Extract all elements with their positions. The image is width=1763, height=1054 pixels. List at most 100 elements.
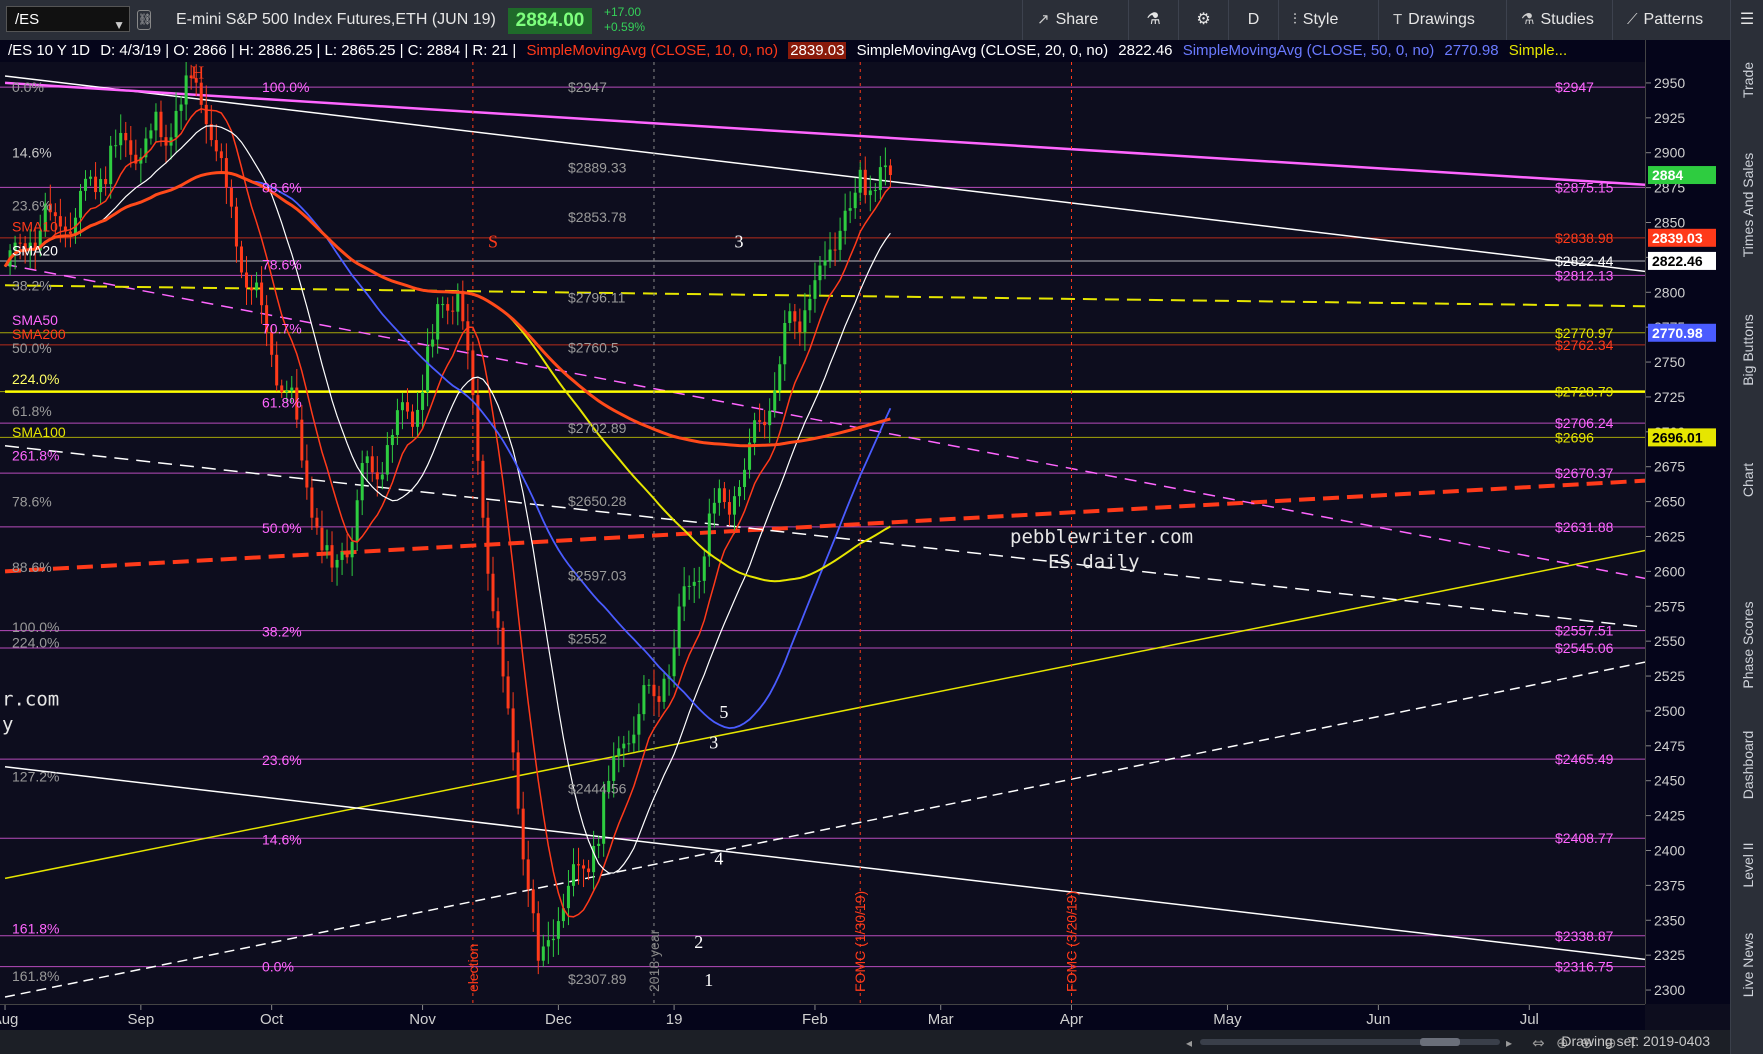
more-studies[interactable]: Simple... <box>1509 42 1567 59</box>
candle-body <box>883 165 887 168</box>
tab-chart[interactable]: Chart <box>1731 440 1763 520</box>
price-tick-label: 2900 <box>1654 145 1685 161</box>
candle-body <box>461 290 465 322</box>
drawings-button[interactable]: T Drawings <box>1378 0 1506 40</box>
fib-label: 38.2% <box>262 623 302 639</box>
candle-body <box>355 500 359 542</box>
fib-label: 100.0% <box>12 619 59 635</box>
tab-level-ii[interactable]: Level II <box>1731 815 1763 915</box>
candle-body <box>783 322 787 365</box>
sma-label: SMA10 <box>12 219 58 235</box>
candle-body <box>300 419 304 461</box>
tab-live-news[interactable]: Live News <box>1731 910 1763 1020</box>
price-chart[interactable]: election 2018 year FOMC (1/30/19) FOMC (3/2… <box>0 62 1645 1004</box>
candle-body <box>385 445 389 475</box>
date-tick-label: Sep <box>128 1011 155 1028</box>
tab-big-buttons[interactable]: Big Buttons <box>1731 290 1763 410</box>
candle-body <box>763 421 767 426</box>
settings-button[interactable]: ⚙ <box>1178 0 1228 40</box>
price-marker-label: 2822.46 <box>1652 253 1703 269</box>
link-icon[interactable]: ⛓ <box>137 10 152 30</box>
style-button[interactable]: ⫶ Style <box>1278 0 1378 40</box>
candle-body <box>119 132 123 146</box>
candle-body <box>129 140 133 155</box>
price-tick-label: 2300 <box>1654 982 1685 998</box>
price-tick-label: 2425 <box>1654 808 1685 824</box>
studies-button[interactable]: ⚗ Studies <box>1506 0 1612 40</box>
level-label: $2853.78 <box>568 209 627 225</box>
price-tick-label: 2550 <box>1654 633 1685 649</box>
level-label: $2760.5 <box>568 339 619 355</box>
patterns-button[interactable]: ⟋ Patterns <box>1612 0 1730 40</box>
candle-body <box>662 678 666 702</box>
candle-body <box>587 868 591 873</box>
chevron-down-icon[interactable]: ▼ <box>113 12 125 38</box>
candle-body <box>204 104 208 125</box>
candle-body <box>768 410 772 426</box>
candle-body <box>340 552 344 560</box>
candle-body <box>848 208 852 211</box>
candle-body <box>873 190 877 192</box>
bottom-toolbar: ◂ ▸ ⇔ ⊕ ⊕ ⊖ T Drawing set: 2019-0403 <box>0 1030 1730 1054</box>
candle-body <box>632 734 636 744</box>
fib-label: 224.0% <box>12 371 59 387</box>
scrollbar-thumb <box>1420 1038 1460 1046</box>
candle-body <box>255 282 259 291</box>
level-label: $2338.87 <box>1555 928 1614 944</box>
candle-body <box>159 111 163 138</box>
candle-body <box>370 456 374 473</box>
candle-body <box>416 409 420 427</box>
candle-body <box>652 684 656 697</box>
date-axis[interactable]: Aug Sep Oct Nov Dec 19 Feb Mar Apr May Jun Jul <box>0 1004 1645 1031</box>
tab-dashboard[interactable]: Dashboard <box>1731 715 1763 815</box>
level-label: $2307.89 <box>568 971 627 987</box>
tab-phase-scores[interactable]: Phase Scores <box>1731 580 1763 710</box>
sma50-label[interactable]: SimpleMovingAvg (CLOSE, 50, 0, no) <box>1183 42 1435 59</box>
drawing-set-label[interactable]: Drawing set: 2019-0403 <box>1561 1033 1710 1049</box>
candle-body <box>275 354 279 386</box>
tab-times-and-sales[interactable]: Times And Sales <box>1731 120 1763 290</box>
flask-icon: ⚗ <box>1521 11 1535 28</box>
candle-body <box>335 559 339 568</box>
fib-label: 127.2% <box>12 769 59 785</box>
date-tick-label: Mar <box>928 1011 954 1028</box>
share-button[interactable]: ↗ Share <box>1022 0 1128 40</box>
symbol-input[interactable]: /ES ▼ <box>6 6 130 32</box>
sma20-value: 2822.46 <box>1118 42 1173 59</box>
ohlc-readout: D: 4/3/19 | O: 2866 | H: 2886.25 | L: 28… <box>100 42 517 59</box>
candle-body <box>531 889 535 914</box>
fib-label: 50.0% <box>262 520 302 536</box>
sma10-label[interactable]: SimpleMovingAvg (CLOSE, 10, 0, no) <box>527 42 779 59</box>
candle-body <box>330 545 334 568</box>
candle-body <box>58 216 62 227</box>
level-label: $2408.77 <box>1555 830 1614 846</box>
candle-body <box>803 310 807 333</box>
sma20-label[interactable]: SimpleMovingAvg (CLOSE, 20, 0, no) <box>857 42 1109 59</box>
candle-body <box>582 865 586 869</box>
fib-label: 14.6% <box>262 831 302 847</box>
level-label: $2650.28 <box>568 493 627 509</box>
tab-trade[interactable]: Trade <box>1731 40 1763 120</box>
fib-label: 88.6% <box>262 180 302 196</box>
price-marker-label: 2884 <box>1652 167 1683 183</box>
price-axis[interactable]: 2300 2325 2350 2375 2400 2425 2450 2475 2500 2525… <box>1645 40 1731 1004</box>
flask-icon: ⚗ <box>1146 11 1161 28</box>
candle-body <box>179 104 183 111</box>
candle-body <box>471 350 475 396</box>
level-label: $2762.34 <box>1555 337 1614 353</box>
candle-body <box>456 290 460 312</box>
fib-label: 224.0% <box>12 635 59 651</box>
candle-body <box>798 321 802 333</box>
price-tick-label: 2350 <box>1654 912 1685 928</box>
level-label: $2947 <box>568 79 607 95</box>
menu-button[interactable]: ☰ <box>1730 0 1763 40</box>
candle-body <box>536 913 540 961</box>
candle-body <box>597 843 601 847</box>
candle-body <box>692 581 696 586</box>
flask-button[interactable]: ⚗ <box>1128 0 1178 40</box>
candle-body <box>682 586 686 607</box>
candle-body <box>753 420 757 443</box>
candle-body <box>828 249 832 261</box>
level-label: $2696 <box>1555 429 1594 445</box>
period-button[interactable]: D <box>1228 0 1278 40</box>
